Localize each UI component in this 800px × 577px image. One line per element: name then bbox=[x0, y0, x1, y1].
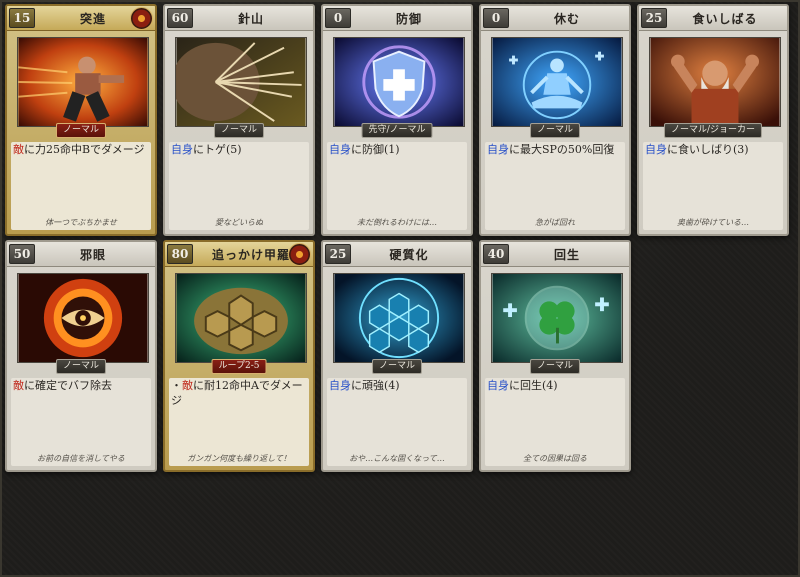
card-grit-teeth[interactable]: 25 食いしばる ノーマル/ジョーカー 自身に食いしばり(3) 奥歯が砕けている… bbox=[637, 4, 789, 236]
card-flavor-text: 奥歯が砕けている… bbox=[677, 218, 749, 227]
card-flavor-text: ガンガン何度も繰り返して！ bbox=[187, 454, 291, 463]
card-art-charging-fighter bbox=[17, 37, 149, 127]
desc-bullet: ・ bbox=[171, 379, 182, 392]
card-header: 0 休む bbox=[481, 6, 629, 31]
card-description: 自身に回生(4) bbox=[487, 378, 623, 454]
special-emblem-icon bbox=[288, 243, 311, 266]
card-type-tag: ノーマル bbox=[55, 359, 107, 374]
card-type-tag: 先守/ノーマル bbox=[361, 123, 433, 138]
card-type-tag: ノーマル/ジョーカー bbox=[663, 123, 763, 138]
desc-effect: に最大SPの50%回復 bbox=[509, 143, 615, 156]
card-cost: 0 bbox=[483, 8, 509, 28]
card-defense[interactable]: 0 防御 先守/ノーマル 自身に防御(1) 未だ倒れるわけには… bbox=[321, 4, 473, 236]
card-regeneration[interactable]: 40 回生 ノーマル 自身に回生(4) 全ての因果は回る bbox=[479, 240, 631, 472]
desc-target: 敵 bbox=[13, 379, 24, 392]
card-flavor-text: 全ての因果は回る bbox=[523, 454, 587, 463]
card-description: 自身に防御(1) bbox=[329, 142, 465, 218]
card-needle-mountain[interactable]: 60 針山 ノーマル 自身にトゲ(5) 愛などいらぬ bbox=[163, 4, 315, 236]
card-title: 食いしばる bbox=[692, 12, 758, 26]
desc-target: 自身 bbox=[329, 379, 351, 392]
card-homing-shell[interactable]: 80 追っかけ甲羅 ループ2-5 ・敵に耐12命中Aでダメージ ガンガン何度も繰… bbox=[163, 240, 315, 472]
card-header: 15 突進 bbox=[7, 6, 155, 31]
card-flavor-text: 未だ倒れるわけには… bbox=[357, 218, 437, 227]
desc-target: 自身 bbox=[329, 143, 351, 156]
card-art-bearded-man bbox=[649, 37, 781, 127]
card-cost: 25 bbox=[325, 244, 351, 264]
card-cost: 80 bbox=[167, 244, 193, 264]
card-title: 針山 bbox=[237, 12, 264, 26]
card-flavor-text: 愛などいらぬ bbox=[215, 218, 263, 227]
desc-target: 敵 bbox=[13, 143, 24, 156]
card-art-clover-orb bbox=[491, 273, 623, 363]
card-charge[interactable]: 15 突進 ノーマル 敵に力25命中Bでダメージ 体一つでぶちかませ bbox=[5, 4, 157, 236]
desc-effect: に頑強(4) bbox=[351, 379, 400, 392]
card-art-spikes bbox=[175, 37, 307, 127]
card-cost: 50 bbox=[9, 244, 35, 264]
card-type-tag: ノーマル bbox=[371, 359, 423, 374]
card-type-tag: ノーマル bbox=[55, 123, 107, 138]
card-title: 休む bbox=[553, 12, 580, 26]
card-title: 防御 bbox=[395, 12, 422, 26]
desc-effect: に食いしばり(3) bbox=[667, 143, 749, 156]
card-cost: 40 bbox=[483, 244, 509, 264]
card-header: 40 回生 bbox=[481, 242, 629, 267]
desc-target: 自身 bbox=[487, 379, 509, 392]
card-header: 25 硬質化 bbox=[323, 242, 471, 267]
card-title: 回生 bbox=[553, 248, 580, 262]
card-title: 硬質化 bbox=[389, 248, 429, 262]
card-flavor-text: 急がば回れ bbox=[535, 218, 575, 227]
card-flavor-text: 体一つでぶちかませ bbox=[45, 218, 117, 227]
card-header: 60 針山 bbox=[165, 6, 313, 31]
card-cost: 15 bbox=[9, 8, 35, 28]
card-type-tag: ノーマル bbox=[529, 123, 581, 138]
card-description: ・敵に耐12命中Aでダメージ bbox=[171, 378, 307, 454]
card-type-tag: ループ2-5 bbox=[211, 359, 267, 374]
card-art-hex-sphere bbox=[333, 273, 465, 363]
card-art-shield bbox=[333, 37, 465, 127]
card-description: 敵に力25命中Bでダメージ bbox=[13, 142, 149, 218]
card-flavor-text: おや…こんな固くなって… bbox=[349, 454, 445, 463]
desc-effect: に防御(1) bbox=[351, 143, 400, 156]
card-cost: 60 bbox=[167, 8, 193, 28]
desc-target: 自身 bbox=[645, 143, 667, 156]
card-description: 自身にトゲ(5) bbox=[171, 142, 307, 218]
card-cost: 0 bbox=[325, 8, 351, 28]
card-header: 50 邪眼 bbox=[7, 242, 155, 267]
card-description: 自身に最大SPの50%回復 bbox=[487, 142, 623, 218]
card-type-tag: ノーマル bbox=[529, 359, 581, 374]
desc-effect: に回生(4) bbox=[509, 379, 558, 392]
card-description: 自身に頑強(4) bbox=[329, 378, 465, 454]
card-cost: 25 bbox=[641, 8, 667, 28]
card-rest[interactable]: 0 休む ノーマル 自身に最大SPの50%回復 急がば回れ bbox=[479, 4, 631, 236]
card-type-tag: ノーマル bbox=[213, 123, 265, 138]
card-header: 0 防御 bbox=[323, 6, 471, 31]
card-header: 25 食いしばる bbox=[639, 6, 787, 31]
card-description: 自身に食いしばり(3) bbox=[645, 142, 781, 218]
card-art-meditation bbox=[491, 37, 623, 127]
desc-target: 自身 bbox=[171, 143, 193, 156]
desc-target: 自身 bbox=[487, 143, 509, 156]
card-evil-eye[interactable]: 50 邪眼 ノーマル 敵に確定でバフ除去 お前の自信を消してやる bbox=[5, 240, 157, 472]
desc-target: 敵 bbox=[182, 379, 193, 392]
card-hardening[interactable]: 25 硬質化 ノーマル 自身に頑強(4) おや…こんな固くなって… bbox=[321, 240, 473, 472]
card-description: 敵に確定でバフ除去 bbox=[13, 378, 149, 454]
desc-effect: に確定でバフ除去 bbox=[24, 379, 112, 392]
card-art-turtle-shell bbox=[175, 273, 307, 363]
special-emblem-icon bbox=[130, 7, 153, 30]
card-art-evil-eye bbox=[17, 273, 149, 363]
card-title: 邪眼 bbox=[79, 248, 106, 262]
desc-effect: にトゲ(5) bbox=[193, 143, 242, 156]
card-header: 80 追っかけ甲羅 bbox=[165, 242, 313, 267]
card-flavor-text: お前の自信を消してやる bbox=[37, 454, 125, 463]
desc-effect: に力25命中Bでダメージ bbox=[24, 143, 145, 156]
